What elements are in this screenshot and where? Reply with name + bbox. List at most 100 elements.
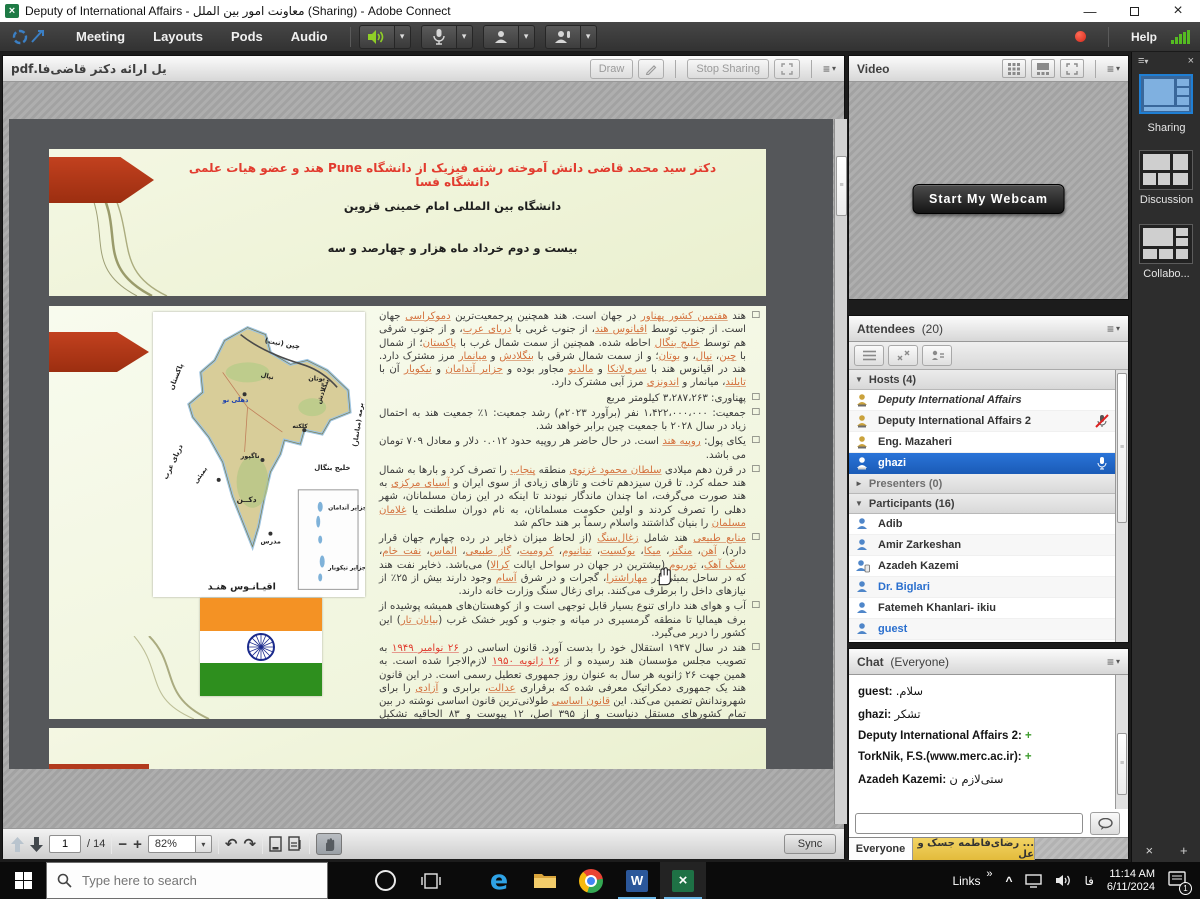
links-toolbar[interactable]: Links» — [952, 874, 992, 888]
zoom-in-icon[interactable]: + — [133, 836, 142, 853]
taskbar-clock[interactable]: 11:14 AM 6/11/2024 — [1107, 868, 1155, 894]
raise-hand-button[interactable] — [545, 25, 581, 49]
cortana-button[interactable] — [362, 862, 408, 899]
chrome-button[interactable] — [568, 862, 614, 899]
minimize-button[interactable]: — — [1068, 0, 1112, 22]
layout-thumb-collaboration[interactable] — [1139, 224, 1193, 264]
page-number-input[interactable] — [49, 835, 81, 853]
edge-button[interactable]: e — [476, 862, 522, 899]
document-scrollbar-thumb[interactable]: ≡ — [836, 156, 847, 216]
overflow-icon[interactable]: » — [986, 868, 992, 880]
attendee-row-selected[interactable]: ghazi — [849, 453, 1115, 474]
rail-menu-button[interactable]: ≡▾ — [1138, 55, 1148, 67]
taskbar-search[interactable] — [46, 862, 328, 899]
microphone-button[interactable] — [421, 25, 457, 49]
grid-view-button[interactable] — [1002, 59, 1026, 78]
video-fullscreen-button[interactable] — [1060, 59, 1084, 78]
attendee-list-view-button[interactable] — [854, 345, 884, 366]
network-icon[interactable] — [1025, 874, 1042, 888]
layout-thumb-sharing[interactable] — [1139, 74, 1193, 114]
chat-scrollbar-thumb[interactable]: ≡ — [1117, 733, 1127, 795]
document-scrollbar[interactable]: ≡ — [834, 119, 847, 824]
tray-chevron-icon[interactable]: ^ — [1005, 874, 1012, 888]
previous-page-icon[interactable] — [11, 837, 24, 852]
webcam-dropdown[interactable]: ▾ — [519, 25, 535, 49]
menu-audio[interactable]: Audio — [277, 29, 342, 44]
close-button[interactable]: × — [1156, 0, 1200, 22]
file-explorer-button[interactable] — [522, 862, 568, 899]
rail-add-layout-icon[interactable]: + — [1180, 843, 1188, 858]
chat-send-button[interactable] — [1090, 812, 1120, 835]
attendee-row[interactable]: Fatemeh Khanlari- ikiu — [849, 598, 1115, 619]
zoom-level-value[interactable]: 82% — [148, 835, 196, 853]
next-page-icon[interactable] — [30, 837, 43, 852]
chat-scrollbar[interactable]: ≡ — [1115, 675, 1128, 809]
menu-meeting[interactable]: Meeting — [62, 29, 139, 44]
status-dropdown[interactable]: ▾ — [581, 25, 597, 49]
participants-section-header[interactable]: ▼ Participants (16) — [849, 494, 1115, 514]
chat-tab-everyone[interactable]: Everyone — [849, 838, 913, 860]
rotate-left-icon[interactable]: ↶ — [225, 835, 238, 853]
adobe-connect-icon: × — [672, 870, 694, 892]
connection-signal-icon[interactable] — [1171, 30, 1190, 44]
draw-button[interactable]: Draw — [590, 59, 634, 79]
start-webcam-button[interactable]: Start My Webcam — [912, 184, 1065, 214]
adobe-connect-taskbar-button[interactable]: × — [660, 862, 706, 899]
volume-icon[interactable] — [1055, 874, 1071, 887]
attendee-row[interactable]: Deputy International Affairs — [849, 390, 1115, 411]
filmstrip-view-button[interactable] — [1031, 59, 1055, 78]
attendees-scrollbar-thumb[interactable]: ≡ — [1117, 373, 1127, 523]
maximize-button[interactable] — [1112, 0, 1156, 22]
hosts-section-header[interactable]: ▼ Hosts (4) — [849, 370, 1115, 390]
word-button[interactable]: W — [614, 862, 660, 899]
fit-page-icon[interactable] — [269, 836, 282, 852]
rail-close-button[interactable]: × — [1188, 55, 1194, 67]
webcam-button[interactable] — [483, 25, 519, 49]
stop-sharing-button[interactable]: Stop Sharing — [687, 59, 769, 79]
menu-pods[interactable]: Pods — [217, 29, 277, 44]
fullscreen-icon — [1066, 63, 1078, 75]
chat-input[interactable] — [855, 813, 1083, 834]
attendees-pod-menu-button[interactable]: ≡▾ — [1107, 322, 1120, 336]
zoom-dropdown[interactable]: ▾ — [196, 835, 212, 853]
sync-button[interactable]: Sync — [784, 834, 836, 854]
pan-tool-button[interactable] — [316, 833, 342, 855]
chat-tab-private[interactable]: ... رضای‌فاطمه جسک و عل — [913, 838, 1035, 860]
rotate-right-icon[interactable]: ↷ — [243, 835, 256, 853]
layout-thumb-discussion[interactable] — [1139, 150, 1193, 190]
chat-pod-menu-button[interactable]: ≡▾ — [1107, 655, 1120, 669]
attendee-row[interactable]: guest — [849, 619, 1115, 640]
task-view-button[interactable] — [408, 862, 454, 899]
breakout-view-button[interactable] — [888, 345, 918, 366]
presenters-section-header[interactable]: ► Presenters (0) — [849, 474, 1115, 494]
video-pod-menu-button[interactable]: ≡▾ — [1107, 62, 1120, 76]
search-input[interactable] — [82, 873, 302, 888]
start-button[interactable] — [0, 862, 46, 899]
zoom-out-icon[interactable]: − — [118, 836, 127, 853]
attendee-row[interactable]: Adib — [849, 514, 1115, 535]
speaker-button[interactable] — [359, 25, 395, 49]
speaker-dropdown[interactable]: ▾ — [395, 25, 411, 49]
rail-close-pod-icon[interactable]: × — [1145, 843, 1153, 858]
attendees-scrollbar[interactable]: ≡ — [1115, 370, 1128, 642]
keyboard-language-indicator[interactable]: فا — [1084, 874, 1093, 888]
layout-label-collaboration[interactable]: Collabo... — [1132, 268, 1200, 280]
attendee-row[interactable]: Azadeh Kazemi — [849, 556, 1115, 577]
attendee-status-view-button[interactable] — [922, 345, 952, 366]
fit-width-icon[interactable] — [288, 836, 303, 852]
attendee-row[interactable]: Deputy International Affairs 2 — [849, 411, 1115, 432]
attendee-row[interactable]: Eng. Mazaheri — [849, 432, 1115, 453]
layout-label-sharing[interactable]: Sharing — [1132, 122, 1200, 134]
microphone-dropdown[interactable]: ▾ — [457, 25, 473, 49]
microphone-control: ▾ — [421, 25, 473, 49]
action-center-button[interactable]: 1 — [1168, 871, 1186, 891]
menu-layouts[interactable]: Layouts — [139, 29, 217, 44]
attendee-row[interactable]: Amir Zarkeshan — [849, 535, 1115, 556]
fullscreen-button[interactable] — [774, 59, 800, 79]
layout-label-discussion[interactable]: Discussion — [1132, 194, 1200, 206]
title-bar: × Deputy of International Affairs - معاو… — [0, 0, 1200, 22]
pointer-button[interactable] — [638, 59, 664, 79]
attendee-row[interactable]: Dr. Biglari — [849, 577, 1115, 598]
share-pod-menu-button[interactable]: ≡▾ — [823, 62, 836, 76]
help-link[interactable]: Help — [1131, 30, 1157, 44]
